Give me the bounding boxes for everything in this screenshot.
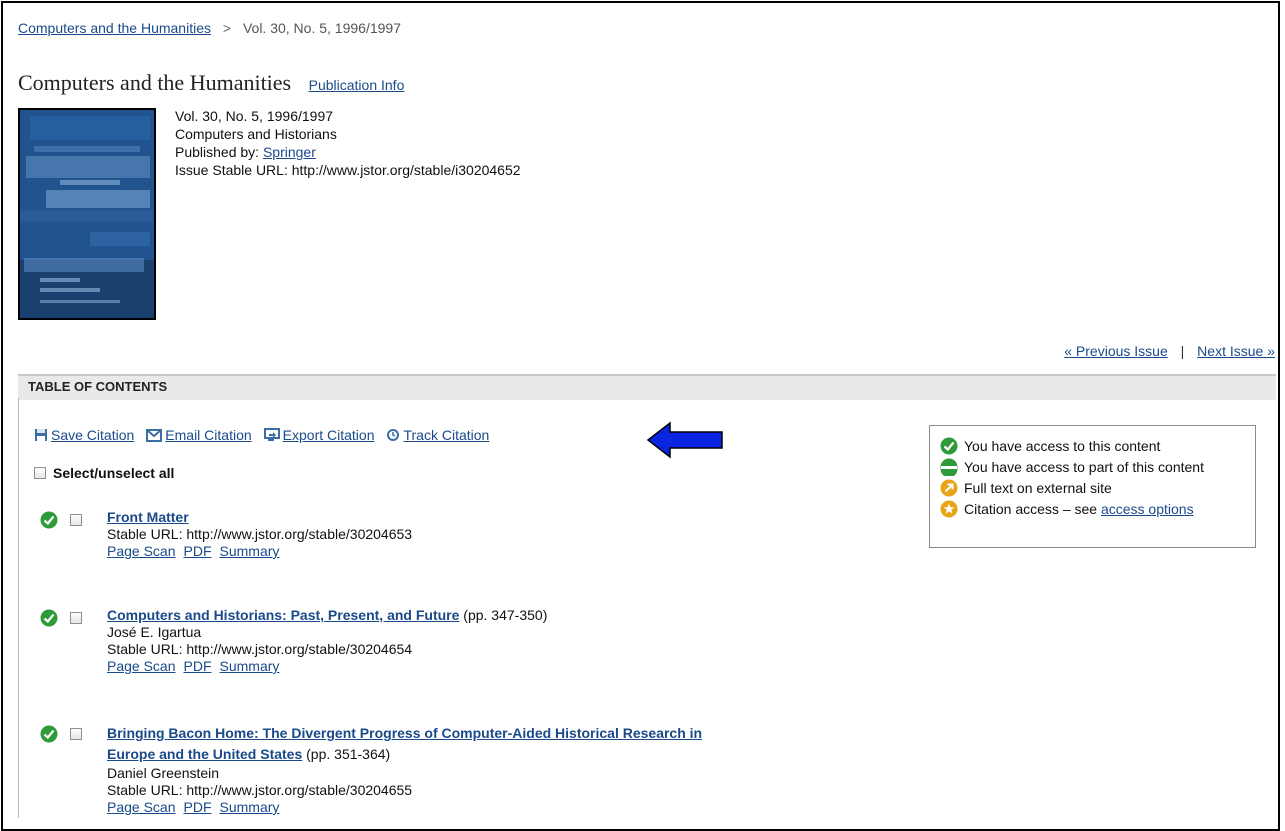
track-citation-label[interactable]: Track Citation — [403, 427, 489, 443]
issue-volume: Vol. 30, No. 5, 1996/1997 — [175, 108, 334, 124]
legend-partial-access: You have access to part of this content — [940, 456, 1247, 477]
legend-full-access: You have access to this content — [940, 435, 1247, 456]
article-3-page-scan-link[interactable]: Page Scan — [107, 799, 176, 815]
toc-header: TABLE OF CONTENTS — [18, 374, 1276, 400]
article-3-author: Daniel Greenstein — [107, 765, 220, 781]
legend-full-access-label: You have access to this content — [964, 437, 1161, 454]
issue-nav-divider: | — [1180, 343, 1185, 359]
partial-access-icon — [940, 458, 958, 476]
access-check-icon — [40, 609, 58, 627]
publisher-link[interactable]: Springer — [263, 144, 316, 160]
article-2-pages: (pp. 347-350) — [463, 607, 548, 623]
article-item-3: Bringing Bacon Home: The Divergent Progr… — [40, 723, 702, 816]
email-citation-button[interactable]: Email Citation — [146, 427, 252, 443]
article-2-links: Page Scan PDF Summary — [107, 658, 547, 675]
next-issue-link[interactable]: Next Issue » — [1197, 343, 1275, 359]
article-2-title-link[interactable]: Computers and Historians: Past, Present,… — [107, 607, 459, 623]
select-all-label: Select/unselect all — [53, 465, 175, 481]
breadcrumb: Computers and the Humanities > Vol. 30, … — [18, 20, 401, 36]
export-citation-label[interactable]: Export Citation — [283, 427, 375, 443]
envelope-icon — [146, 428, 163, 442]
article-3-links: Page Scan PDF Summary — [107, 799, 702, 816]
article-3-pages: (pp. 351-364) — [306, 746, 391, 762]
article-1-summary-link[interactable]: Summary — [220, 543, 280, 559]
save-citation-button[interactable]: Save Citation — [34, 427, 134, 443]
previous-issue-link[interactable]: « Previous Issue — [1064, 343, 1168, 359]
article-2-summary-link[interactable]: Summary — [220, 658, 280, 674]
issue-info: Vol. 30, No. 5, 1996/1997 Computers and … — [175, 107, 521, 179]
star-icon — [940, 500, 958, 517]
access-check-icon — [40, 725, 58, 743]
save-citation-label[interactable]: Save Citation — [51, 427, 134, 443]
article-1-title-link[interactable]: Front Matter — [107, 509, 189, 525]
cover-art — [20, 110, 154, 318]
select-all-row: Select/unselect all — [34, 465, 174, 481]
breadcrumb-journal-link[interactable]: Computers and the Humanities — [18, 20, 211, 36]
legend-external-label: Full text on external site — [964, 479, 1112, 496]
article-1-pdf-link[interactable]: PDF — [184, 543, 212, 559]
article-2-pdf-link[interactable]: PDF — [184, 658, 212, 674]
left-arrow-icon — [646, 421, 723, 459]
article-2-stable-url: Stable URL: http://www.jstor.org/stable/… — [107, 641, 413, 657]
article-1-stable-url: Stable URL: http://www.jstor.org/stable/… — [107, 526, 413, 542]
article-3-title-link[interactable]: Bringing Bacon Home: The Divergent Progr… — [107, 725, 702, 741]
access-check-icon — [40, 511, 58, 529]
article-3-checkbox[interactable] — [70, 728, 82, 740]
legend-citation-access: Citation access – see access options — [940, 498, 1247, 519]
article-3-pdf-link[interactable]: PDF — [184, 799, 212, 815]
legend-external: Full text on external site — [940, 477, 1247, 498]
article-2-page-scan-link[interactable]: Page Scan — [107, 658, 176, 674]
article-3-title-link-line2[interactable]: Europe and the United States — [107, 746, 302, 762]
external-link-icon — [940, 479, 958, 496]
legend-citation-label: Citation access – see — [964, 500, 1098, 517]
floppy-disk-icon — [35, 429, 47, 441]
export-icon — [263, 428, 280, 441]
select-all-checkbox[interactable] — [34, 467, 46, 479]
access-check-icon — [940, 437, 958, 454]
issue-navigation: « Previous Issue | Next Issue » — [1064, 343, 1275, 359]
access-legend: You have access to this content You have… — [929, 425, 1256, 548]
email-citation-label[interactable]: Email Citation — [165, 427, 251, 443]
article-1-page-scan-link[interactable]: Page Scan — [107, 543, 176, 559]
issue-theme: Computers and Historians — [175, 126, 337, 142]
access-options-link[interactable]: access options — [1101, 501, 1194, 517]
publication-info-link[interactable]: Publication Info — [309, 77, 405, 93]
legend-partial-access-label: You have access to part of this content — [964, 458, 1204, 475]
article-item-2: Computers and Historians: Past, Present,… — [40, 607, 547, 675]
article-2-author: José E. Igartua — [107, 624, 202, 640]
article-2-checkbox[interactable] — [70, 612, 82, 624]
article-3-summary-link[interactable]: Summary — [220, 799, 280, 815]
clock-icon — [387, 429, 400, 441]
journal-title-row: Computers and the Humanities Publication… — [18, 70, 404, 96]
article-item-1: Front Matter Stable URL: http://www.jsto… — [40, 509, 412, 560]
article-1-checkbox[interactable] — [70, 514, 82, 526]
article-1-links: Page Scan PDF Summary — [107, 543, 412, 560]
track-citation-button[interactable]: Track Citation — [386, 427, 489, 443]
article-3-stable-url: Stable URL: http://www.jstor.org/stable/… — [107, 782, 413, 798]
issue-stable-url: Issue Stable URL: http://www.jstor.org/s… — [175, 162, 521, 178]
export-citation-button[interactable]: Export Citation — [263, 427, 375, 443]
published-by-label: Published by: — [175, 144, 260, 160]
page-title: Computers and the Humanities — [18, 70, 292, 95]
breadcrumb-current: Vol. 30, No. 5, 1996/1997 — [242, 20, 401, 36]
breadcrumb-separator: > — [222, 20, 232, 36]
journal-cover-image[interactable] — [18, 108, 156, 320]
citation-toolbar: Save Citation Email Citation Export Cita… — [34, 427, 501, 443]
issue-publisher-row: Published by: Springer — [175, 143, 521, 161]
